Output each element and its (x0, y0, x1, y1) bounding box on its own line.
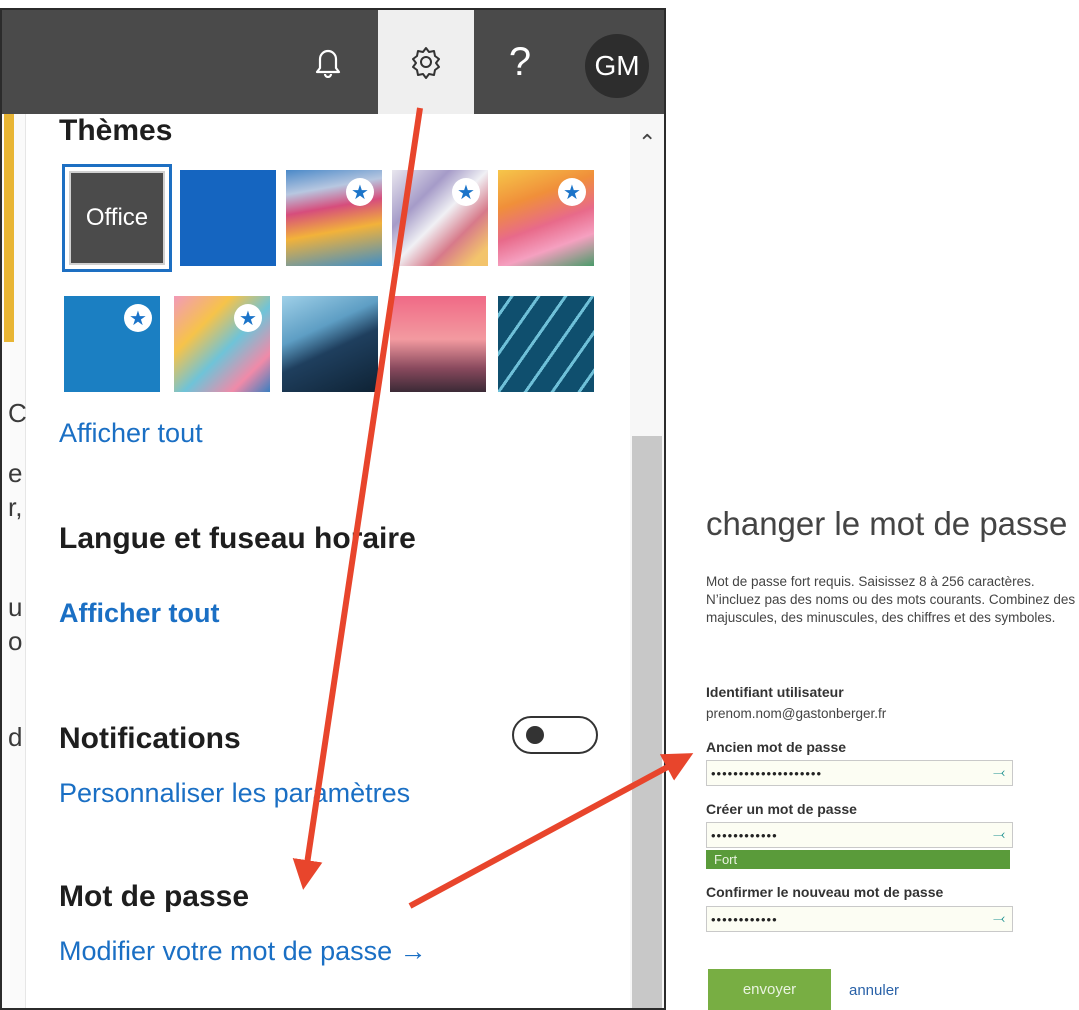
new-password-field[interactable]: •••••••••••• ⤙ (706, 822, 1013, 848)
confirm-password-value: •••••••••••• (711, 911, 778, 927)
help-icon: ? (508, 39, 532, 84)
change-password-link[interactable]: Modifier votre mot de passe → (59, 936, 427, 967)
theme-office-preview: Office (69, 171, 165, 265)
old-password-label: Ancien mot de passe (706, 739, 847, 755)
user-id-label: Identifiant utilisateur (706, 684, 844, 700)
background-text-fragment: e (8, 458, 23, 488)
star-icon: ★ (346, 178, 374, 206)
gear-icon (412, 47, 440, 79)
reveal-password-icon[interactable]: ⤙ (993, 826, 1006, 843)
theme-label: Office (85, 204, 149, 231)
scroll-thumb[interactable] (632, 436, 662, 1008)
background-text-fragment: o (8, 626, 23, 656)
theme-office[interactable]: Office (62, 164, 172, 272)
themes-show-all-link[interactable]: Afficher tout (59, 418, 203, 449)
password-strength-meter: Fort (706, 850, 1010, 869)
confirm-password-label: Confirmer le nouveau mot de passe (706, 884, 944, 900)
reveal-password-icon[interactable]: ⤙ (993, 910, 1006, 927)
toggle-knob (526, 726, 544, 744)
cancel-link[interactable]: annuler (849, 982, 899, 999)
customize-settings-link[interactable]: Personnaliser les paramètres (59, 778, 410, 809)
background-text-fragment: r, (8, 492, 23, 522)
user-id-value: prenom.nom@gastonberger.fr (706, 706, 887, 721)
reveal-password-icon[interactable]: ⤙ (993, 764, 1006, 781)
background-highlight (4, 114, 14, 342)
star-icon: ★ (234, 304, 262, 332)
password-heading: Mot de passe (59, 880, 250, 913)
settings-pane: Thèmes Office ★ ★ ★ ★ ★ Afficher tout La… (26, 114, 630, 1008)
new-password-label: Créer un mot de passe (706, 801, 857, 817)
star-icon: ★ (124, 304, 152, 332)
notifications-button[interactable] (280, 10, 376, 114)
star-icon: ★ (558, 178, 586, 206)
avatar[interactable]: GM (585, 34, 649, 98)
settings-window: ? GM C e r, u o d Thèmes Office ★ ★ ★ ★ … (0, 8, 666, 1010)
theme-rainbow[interactable]: ★ (286, 170, 382, 266)
new-password-value: •••••••••••• (711, 827, 778, 843)
old-password-field[interactable]: •••••••••••••••••••• ⤙ (706, 760, 1013, 786)
password-strength-label: Fort (714, 852, 738, 867)
theme-waves[interactable] (282, 296, 378, 392)
settings-scrollbar[interactable]: ⌃ (630, 114, 664, 1008)
theme-blue[interactable] (180, 170, 276, 266)
old-password-value: •••••••••••••••••••• (711, 765, 823, 781)
confirm-password-field[interactable]: •••••••••••• ⤙ (706, 906, 1013, 932)
settings-button[interactable] (378, 10, 474, 114)
notifications-heading: Notifications (59, 722, 241, 755)
scroll-up-icon[interactable]: ⌃ (638, 130, 656, 156)
theme-unicorn[interactable]: ★ (498, 170, 594, 266)
background-text-fragment: u (8, 592, 23, 622)
language-show-all-link[interactable]: Afficher tout (59, 598, 219, 629)
password-requirements: Mot de passe fort requis. Saisissez 8 à … (706, 574, 1076, 625)
bell-icon (315, 49, 341, 78)
submit-button[interactable]: envoyer (708, 969, 831, 1010)
background-text-fragment: C (8, 398, 27, 428)
help-button[interactable]: ? (472, 10, 568, 114)
notifications-toggle[interactable] (512, 716, 598, 754)
star-icon: ★ (452, 178, 480, 206)
background-text-fragment: d (8, 722, 23, 752)
top-bar: ? GM (2, 10, 664, 114)
theme-circuit-blue[interactable]: ★ (64, 296, 160, 392)
theme-circuit[interactable] (498, 296, 594, 392)
theme-abstract[interactable]: ★ (392, 170, 488, 266)
form-title: changer le mot de passe (706, 505, 1068, 542)
avatar-initials: GM (594, 50, 640, 81)
themes-heading: Thèmes (59, 114, 173, 147)
theme-palms[interactable] (390, 296, 486, 392)
language-heading: Langue et fuseau horaire (59, 522, 416, 555)
submit-label: envoyer (742, 981, 797, 998)
theme-toys[interactable]: ★ (174, 296, 270, 392)
